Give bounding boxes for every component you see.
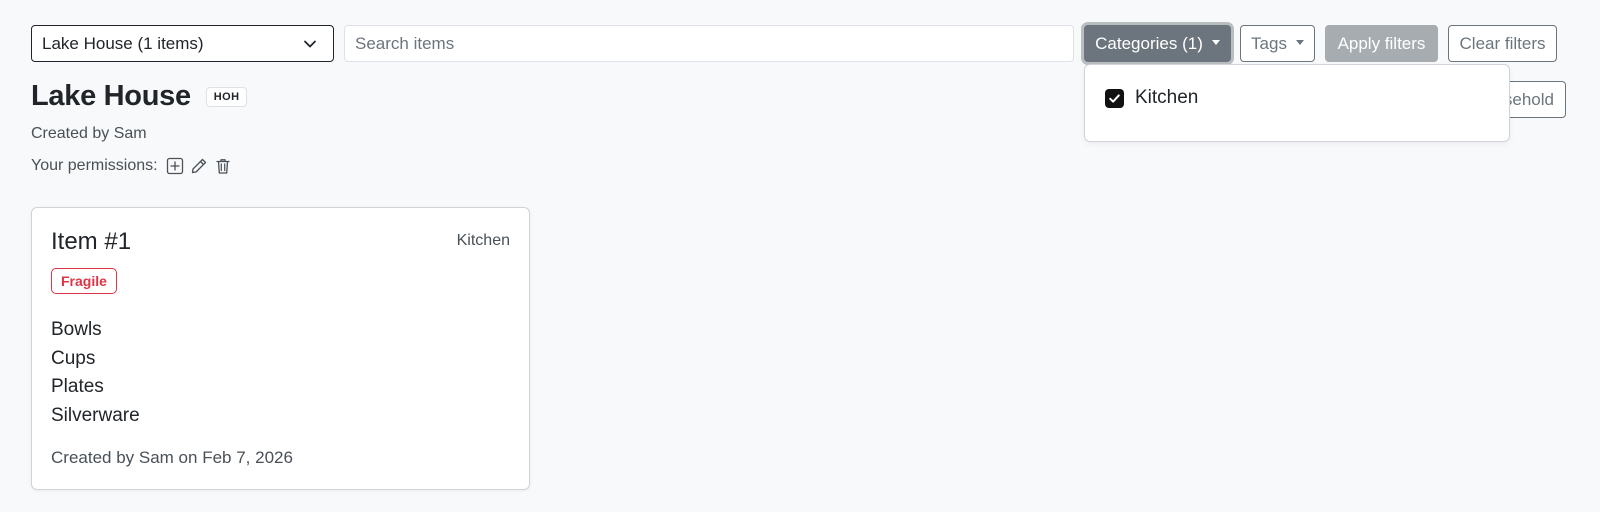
check-icon (1109, 93, 1120, 103)
household-created-by: Created by Sam (31, 125, 147, 142)
household-select[interactable]: Lake House (1 items) (31, 25, 334, 62)
hoh-badge: HOH (205, 86, 248, 107)
caret-down-icon (1211, 40, 1220, 45)
apply-filters-label: Apply filters (1337, 33, 1426, 53)
item-created-info: Created by Sam on Feb 7, 2026 (51, 448, 293, 467)
category-option-kitchen[interactable]: Kitchen (1105, 87, 1198, 109)
item-title: Item #1 (51, 228, 132, 255)
pencil-icon (191, 158, 206, 174)
plus-square-icon (166, 157, 183, 175)
page-title: Lake House (31, 80, 191, 112)
clear-filters-button[interactable]: Clear filters (1448, 25, 1557, 62)
category-checkbox[interactable] (1105, 88, 1124, 108)
household-action-label: sehold (1503, 89, 1554, 109)
chevron-down-icon (304, 40, 316, 48)
permissions-row: Your permissions: (31, 157, 232, 175)
permissions-label: Your permissions: (31, 157, 158, 174)
item-tag-fragile: Fragile (51, 268, 117, 294)
household-select-value: Lake House (1 items) (42, 33, 204, 53)
categories-dropdown-menu: Kitchen (1084, 64, 1510, 142)
filter-toolbar: Lake House (1 items) Categories (1) Tags… (31, 25, 1566, 62)
list-item: Bowls (51, 319, 102, 340)
list-item: Plates (51, 376, 104, 397)
item-contents-list: Bowls Cups Plates Silverware (51, 316, 140, 430)
tags-filter-label: Tags (1251, 33, 1287, 53)
tags-filter-button[interactable]: Tags (1240, 25, 1315, 62)
clear-filters-label: Clear filters (1459, 33, 1546, 53)
trash-icon (215, 159, 230, 174)
item-card[interactable]: Item #1 Kitchen Fragile Bowls Cups Plate… (31, 207, 530, 490)
household-header: Lake House HOH (31, 80, 248, 113)
apply-filters-button[interactable]: Apply filters (1325, 25, 1438, 62)
item-category: Kitchen (456, 232, 510, 249)
list-item: Cups (51, 347, 96, 369)
list-item: Silverware (51, 404, 140, 426)
caret-down-icon (1295, 40, 1304, 45)
page: Lake House (1 items) Categories (1) Tags… (0, 0, 1600, 512)
search-input[interactable] (344, 25, 1074, 62)
categories-filter-label: Categories (1) (1095, 33, 1203, 53)
category-option-label: Kitchen (1135, 87, 1199, 108)
categories-filter-button[interactable]: Categories (1) (1084, 25, 1231, 62)
